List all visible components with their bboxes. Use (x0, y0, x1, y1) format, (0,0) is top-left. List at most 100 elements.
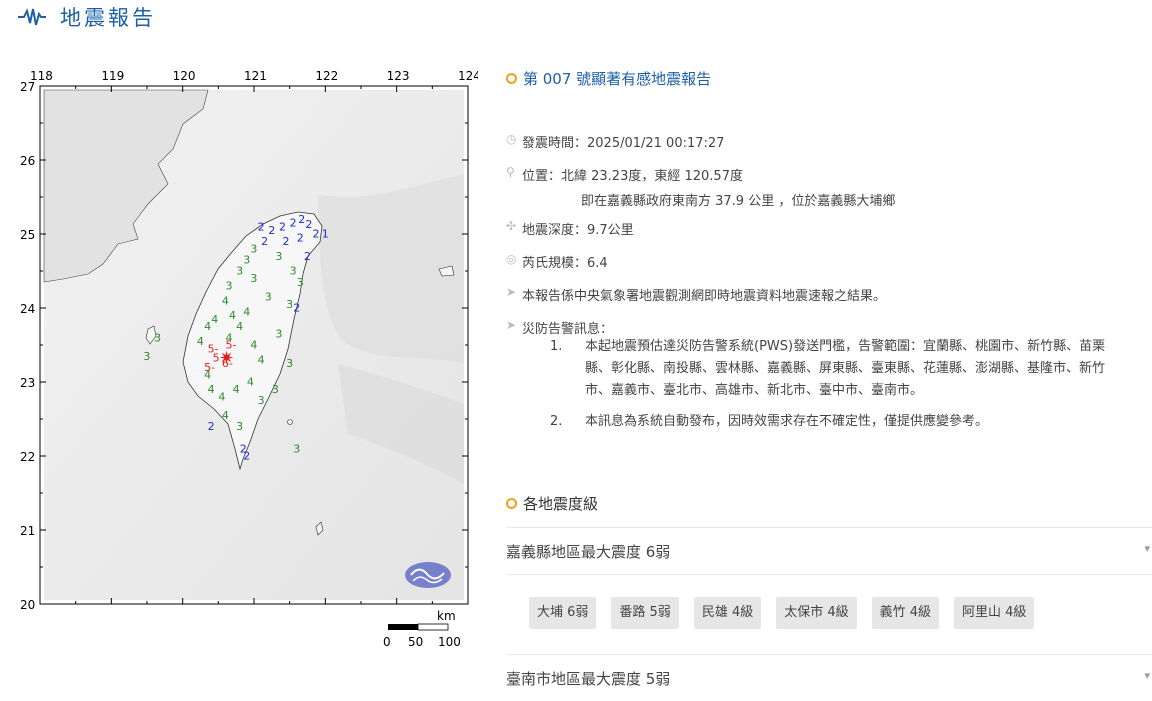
green-island (287, 419, 293, 425)
cwa-logo-icon (405, 562, 451, 588)
intensity-mark: 3 (236, 420, 243, 433)
region-accordion-chiayi[interactable]: 嘉義縣地區最大震度 6弱 ▾ (506, 527, 1152, 575)
magnitude-text: 芮氏規模：6.4 (522, 256, 608, 271)
latitude-label: 23 (20, 376, 35, 390)
note-text: 本報告係中央氣象署地震觀測網即時地震資料地震速報之結果。 (522, 289, 887, 304)
latitude-label: 21 (20, 524, 35, 538)
magnitude-icon: ◎ (506, 252, 517, 266)
intensity-mark: 2 (258, 220, 265, 233)
intensity-map-svg: ✷ 12 2 2 2 2 22222222223333333333333333334444… (20, 69, 478, 649)
warn-line: 市、嘉義市、臺北市、高雄市、新北市、臺中市、臺南市。 (585, 383, 924, 398)
location-text: 位置：北緯 23.23度，東經 120.57度 (522, 169, 743, 184)
page-title: 地震報告 (60, 6, 156, 30)
intensity-mark: 2 (312, 228, 319, 241)
intensity-mark: 3 (290, 265, 297, 278)
scale-label-100: 100 (438, 635, 461, 649)
station-chip[interactable]: 太保市 4級 (776, 597, 857, 629)
section-title-text: 各地震度級 (523, 495, 599, 513)
warn-title: 災防告警訊息： (522, 322, 614, 337)
intensity-mark: 2 (261, 235, 268, 248)
report-header: 第 007 號顯著有感地震報告 (506, 68, 1152, 89)
intensity-mark: 2 (305, 218, 312, 231)
longitude-label: 122 (315, 69, 338, 83)
warn-item: 1. 本起地震預估達災防告警系統(PWS)發送門檻，告警範圍：宜蘭縣、桃園市、新… (550, 336, 1150, 402)
origin-time-row: ◷ 發震時間：2025/01/21 00:17:27 (506, 132, 724, 151)
longitude-label: 120 (173, 69, 196, 83)
latitude-label: 24 (20, 302, 35, 316)
latitude-label: 26 (20, 154, 35, 168)
pin-icon: ⚲ (506, 165, 515, 179)
intensity-mark: 4 (208, 383, 215, 396)
station-chip[interactable]: 大埔 6弱 (529, 597, 597, 629)
station-chip[interactable]: 阿里山 4級 (954, 597, 1035, 629)
warn-list: 1. 本起地震預估達災防告警系統(PWS)發送門檻，告警範圍：宜蘭縣、桃園市、新… (550, 336, 1150, 433)
origin-time: 發震時間：2025/01/21 00:17:27 (522, 136, 725, 151)
scale-bar-white (417, 623, 449, 631)
clock-icon: ◷ (506, 132, 517, 146)
region-label: 臺南市地區最大震度 5弱 (506, 669, 671, 688)
intensity-mark: 3 (258, 394, 265, 407)
intensity-mark: 4 (243, 305, 250, 318)
intensity-mark: 4 (204, 320, 211, 333)
intensity-mark: 4 (218, 391, 225, 404)
intensity-mark: 2 (283, 235, 290, 248)
station-chip[interactable]: 番路 5弱 (611, 597, 679, 629)
intensity-mark: 3 (293, 442, 300, 455)
alert-icon: ➤ (506, 318, 517, 332)
intensity-mark: 2 (298, 213, 305, 226)
latitude-label: 27 (20, 80, 35, 94)
intensity-mark: 5 (213, 351, 220, 364)
longitude-labels: 118 119 120 121 122 123 124 (30, 69, 478, 83)
intensity-mark: 4 (211, 313, 218, 326)
report-title-row: 第 007 號顯著有感地震報告 (506, 68, 1152, 89)
intensity-mark: 3 (286, 357, 293, 370)
warn-item-num: 2. (550, 414, 563, 429)
intensity-mark: 4 (236, 320, 243, 333)
chevron-down-icon: ▾ (1144, 669, 1150, 682)
chevron-down-icon: ▾ (1144, 542, 1150, 555)
longitude-label: 124 (458, 69, 478, 83)
intensity-section-title: 各地震度級 (506, 493, 598, 514)
intensity-mark: 3 (250, 243, 257, 256)
intensity-mark: 4 (258, 354, 265, 367)
intensity-mark: 2 (268, 224, 275, 237)
region-accordion-tainan[interactable]: 臺南市地區最大震度 5弱 ▾ (506, 654, 1152, 701)
warn-line: 縣、彰化縣、南投縣、雲林縣、嘉義縣、屏東縣、臺東縣、花蓮縣、澎湖縣、基隆市、新竹 (585, 361, 1106, 376)
station-chip[interactable]: 民雄 4級 (693, 597, 762, 629)
intensity-mark: 4 (250, 339, 257, 352)
magnitude-row: ◎ 芮氏規模：6.4 (506, 252, 608, 271)
latitude-label: 25 (20, 228, 35, 242)
intensity-mark: 2 (297, 231, 304, 244)
intensity-mark: 6- (222, 357, 233, 370)
seismograph-icon (18, 8, 46, 26)
longitude-label: 123 (387, 69, 410, 83)
intensity-mark: 5- (225, 339, 236, 352)
intensity-map[interactable]: ✷ 12222222222222223333333333333333334444… (18, 64, 478, 654)
station-chips: 大埔 6弱 番路 5弱 民雄 4級 太保市 4級 義竹 4級 阿里山 4級 (529, 597, 1049, 629)
intensity-mark: 4 (233, 383, 240, 396)
longitude-label: 121 (244, 69, 267, 83)
intensity-mark: 2 (243, 450, 250, 463)
intensity-mark: 3 (154, 331, 161, 344)
intensity-mark: 4 (222, 294, 229, 307)
bullet-dot-icon (506, 498, 517, 509)
intensity-mark: 4 (247, 376, 254, 389)
warn-title-row: ➤ 災防告警訊息： (506, 318, 613, 337)
intensity-mark: 2 (304, 250, 311, 263)
intensity-mark: 3 (143, 350, 150, 363)
intensity-mark: 3 (225, 280, 232, 293)
region-label: 嘉義縣地區最大震度 6弱 (506, 542, 671, 561)
station-chip[interactable]: 義竹 4級 (871, 597, 940, 629)
warn-line: 本起地震預估達災防告警系統(PWS)發送門檻，告警範圍：宜蘭縣、桃園市、新竹縣、… (585, 339, 1106, 354)
latitude-labels: 27 26 25 24 23 22 21 20 (20, 80, 35, 612)
note-row: ➤ 本報告係中央氣象署地震觀測網即時地震資料地震速報之結果。 (506, 285, 886, 304)
depth-icon: ✣ (506, 219, 517, 233)
scale-bar-black (388, 624, 418, 630)
page-header: 地震報告 (18, 2, 156, 32)
latitude-label: 20 (20, 598, 35, 612)
intensity-mark: 2 (279, 220, 286, 233)
intensity-mark: 4 (229, 309, 236, 322)
intensity-mark: 1 (322, 228, 329, 241)
location-row: ⚲ 位置：北緯 23.23度，東經 120.57度 即在嘉義縣政府東南方 37.9… (506, 165, 895, 209)
warn-item-text: 本訊息為系統自動發布，因時效需求存在不確定性，僅提供應變參考。 (585, 414, 989, 429)
